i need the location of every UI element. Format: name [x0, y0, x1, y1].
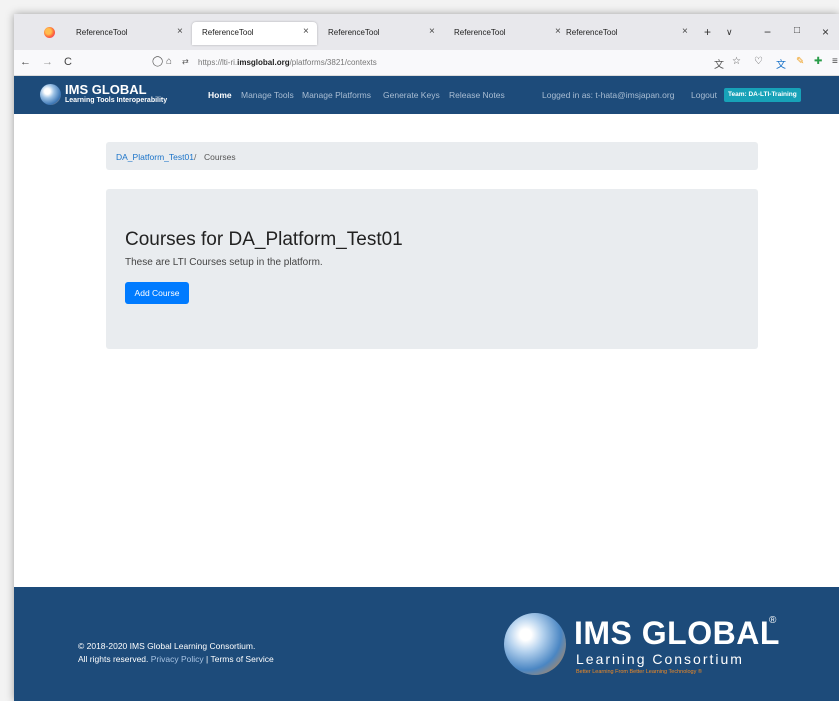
- bookmark-star-icon[interactable]: ☆: [732, 56, 741, 67]
- footer-logo-title: IMS GLOBAL: [574, 615, 780, 651]
- tab-title: ReferenceTool: [202, 28, 254, 37]
- maximize-button[interactable]: □: [794, 25, 800, 36]
- page-title: Courses for DA_Platform_Test01: [125, 229, 403, 250]
- browser-tab-5[interactable]: ReferenceTool ×: [556, 22, 696, 45]
- brush-extension-icon[interactable]: ✎: [796, 56, 804, 67]
- tab-title: ReferenceTool: [566, 28, 618, 37]
- browser-toolbar: ← → C ◯ ⌂ ⇄ https://lti-ri.imsglobal.org…: [14, 50, 839, 76]
- tab-strip: ReferenceTool × ReferenceTool × Referenc…: [14, 14, 839, 50]
- brand-title[interactable]: IMS GLOBAL: [65, 82, 147, 97]
- url-text[interactable]: https://lti-ri.imsglobal.org/platforms/3…: [198, 58, 377, 67]
- logged-in-text: Logged in as: t-hata@imsjapan.org: [542, 90, 675, 100]
- nav-manage-platforms[interactable]: Manage Platforms: [302, 90, 371, 100]
- forward-button[interactable]: →: [42, 56, 53, 68]
- list-tabs-button[interactable]: ∨: [726, 27, 733, 38]
- logout-link[interactable]: Logout: [691, 90, 717, 100]
- tab-title: ReferenceTool: [76, 28, 128, 37]
- lock-icon[interactable]: ⌂: [166, 56, 172, 67]
- close-window-button[interactable]: ×: [822, 25, 829, 39]
- privacy-policy-link[interactable]: Privacy Policy: [151, 654, 204, 664]
- breadcrumb-platform-link[interactable]: DA_Platform_Test01: [116, 152, 194, 162]
- footer-links: All rights reserved. Privacy Policy | Te…: [78, 654, 274, 664]
- ims-globe-logo-icon: [504, 613, 566, 675]
- team-badge[interactable]: Team: DA-LTI-Training: [724, 88, 801, 102]
- browser-window: ReferenceTool × ReferenceTool × Referenc…: [14, 14, 839, 701]
- breadcrumb-current: Courses: [204, 152, 236, 162]
- browser-tab-4[interactable]: ReferenceTool ×: [444, 22, 569, 45]
- rights-text: All rights reserved.: [78, 654, 149, 664]
- shield-icon[interactable]: ◯: [152, 56, 163, 67]
- back-button[interactable]: ←: [20, 56, 31, 68]
- courses-panel: Courses for DA_Platform_Test01 These are…: [106, 189, 758, 349]
- site-header: IMS GLOBAL Learning Tools Interoperabili…: [14, 76, 839, 114]
- add-course-button[interactable]: Add Course: [125, 282, 189, 304]
- footer-logo-registered: ®: [769, 615, 777, 626]
- translate-icon[interactable]: 文: [714, 56, 724, 71]
- translate-extension-icon[interactable]: 文: [776, 56, 786, 71]
- tab-title: ReferenceTool: [454, 28, 506, 37]
- pocket-icon[interactable]: ♡: [754, 56, 763, 67]
- permissions-icon[interactable]: ⇄: [182, 57, 189, 66]
- url-bar[interactable]: ◯ ⌂ ⇄ https://lti-ri.imsglobal.org/platf…: [134, 53, 741, 73]
- extensions-icon[interactable]: ✚: [814, 56, 822, 67]
- page-description: These are LTI Courses setup in the platf…: [125, 257, 323, 268]
- site-footer: © 2018-2020 IMS Global Learning Consorti…: [14, 587, 839, 701]
- reload-button[interactable]: C: [64, 56, 72, 68]
- new-tab-button[interactable]: +: [704, 25, 711, 39]
- nav-generate-keys[interactable]: Generate Keys: [383, 90, 440, 100]
- nav-manage-tools[interactable]: Manage Tools: [241, 90, 294, 100]
- brand-subtitle[interactable]: Learning Tools Interoperability: [65, 97, 167, 104]
- firefox-icon[interactable]: [44, 27, 55, 38]
- breadcrumb: DA_Platform_Test01 / Courses: [106, 142, 758, 170]
- tab-close-icon[interactable]: ×: [177, 26, 183, 37]
- tab-close-icon[interactable]: ×: [429, 26, 435, 37]
- terms-of-service-link[interactable]: Terms of Service: [210, 654, 273, 664]
- browser-tab-2-active[interactable]: ReferenceTool ×: [192, 22, 317, 45]
- tab-close-icon[interactable]: ×: [303, 26, 309, 37]
- minimize-button[interactable]: −: [764, 25, 771, 39]
- tab-title: ReferenceTool: [328, 28, 380, 37]
- menu-icon[interactable]: ≡: [832, 56, 838, 67]
- tab-close-icon[interactable]: ×: [682, 26, 688, 37]
- footer-logo-consortium: Learning Consortium: [576, 651, 744, 667]
- footer-separator: |: [206, 654, 209, 664]
- nav-release-notes[interactable]: Release Notes: [449, 90, 505, 100]
- copyright-text: © 2018-2020 IMS Global Learning Consorti…: [78, 641, 256, 651]
- footer-logo-tagline: Better Learning From Better Learning Tec…: [576, 669, 702, 675]
- ims-logo-icon[interactable]: [40, 84, 61, 105]
- breadcrumb-separator: /: [194, 152, 197, 162]
- browser-tab-1[interactable]: ReferenceTool ×: [66, 22, 191, 45]
- browser-tab-3[interactable]: ReferenceTool ×: [318, 22, 443, 45]
- nav-home[interactable]: Home: [208, 90, 232, 100]
